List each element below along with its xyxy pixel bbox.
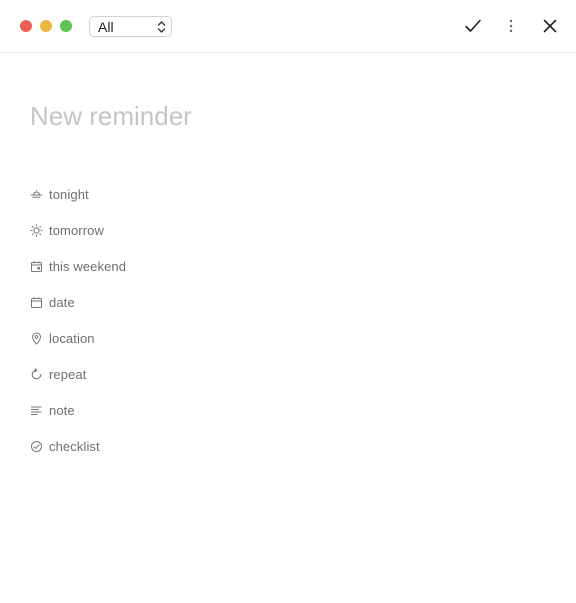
option-label: checklist [49, 438, 100, 454]
checkmark-icon [462, 15, 484, 37]
reminder-options-list: tonight tomorrow this weekend date locat… [30, 176, 126, 464]
option-tonight[interactable]: tonight [30, 176, 126, 212]
option-label: repeat [49, 366, 87, 382]
list-select-dropdown[interactable]: All [89, 16, 172, 37]
option-label: location [49, 330, 95, 346]
calendar-weekend-icon [30, 260, 43, 273]
vertical-ellipsis-icon [500, 15, 522, 37]
sunset-icon [30, 188, 43, 201]
list-select-value: All [98, 19, 114, 35]
window-maximize-button[interactable] [60, 20, 72, 32]
reminder-title-input[interactable] [30, 96, 540, 136]
reminder-window: All New reminder tonight tomorrow this w… [0, 0, 576, 603]
sun-icon [30, 223, 43, 237]
check-circle-icon [30, 440, 43, 453]
option-checklist[interactable]: checklist [30, 428, 126, 464]
updown-chevron-icon [157, 20, 166, 34]
option-repeat[interactable]: repeat [30, 356, 126, 392]
option-label: tomorrow [49, 222, 104, 238]
more-options-button[interactable] [500, 15, 522, 37]
option-label: tonight [49, 186, 89, 202]
option-label: date [49, 294, 75, 310]
option-this-weekend[interactable]: this weekend [30, 248, 126, 284]
close-x-icon [539, 15, 561, 37]
close-button[interactable] [539, 15, 561, 37]
option-note[interactable]: note [30, 392, 126, 428]
option-label: this weekend [49, 258, 127, 274]
confirm-button[interactable] [462, 15, 484, 37]
calendar-icon [30, 296, 43, 309]
location-pin-icon [30, 332, 43, 345]
window-minimize-button[interactable] [40, 20, 52, 32]
option-location[interactable]: location [30, 320, 126, 356]
window-close-button[interactable] [20, 20, 32, 32]
repeat-icon [30, 367, 43, 381]
option-label: note [49, 402, 75, 418]
option-date[interactable]: date [30, 284, 126, 320]
note-lines-icon [30, 404, 43, 417]
title-bar: All [0, 0, 576, 53]
option-tomorrow[interactable]: tomorrow [30, 212, 126, 248]
